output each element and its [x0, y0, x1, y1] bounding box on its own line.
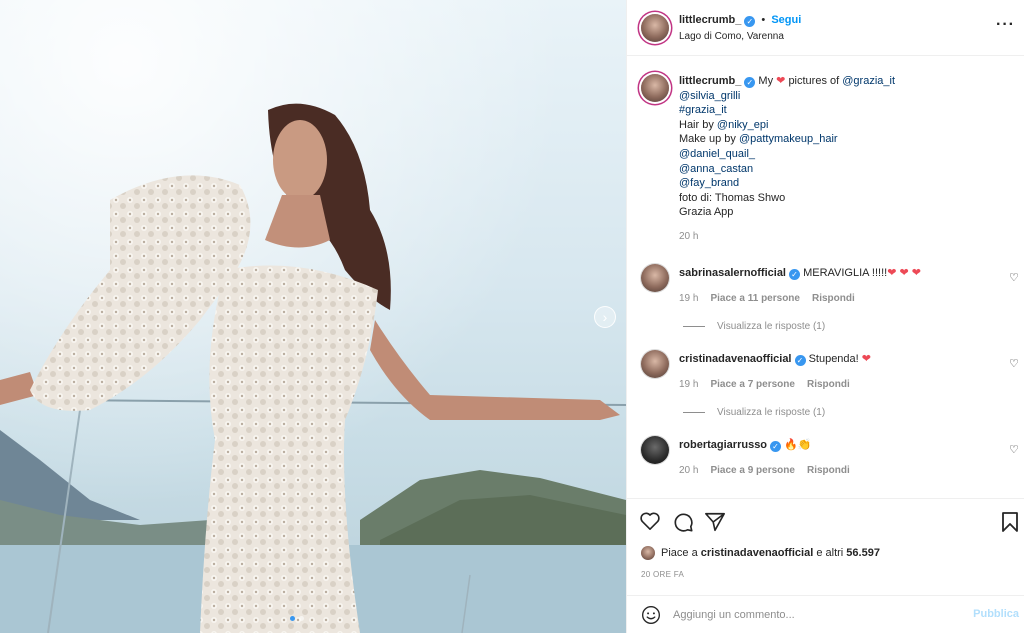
- comment-text: MERAVIGLIA !!!!!: [803, 267, 888, 279]
- comment-avatar[interactable]: [641, 350, 669, 378]
- view-replies-label: Visualizza le risposte (1): [717, 407, 826, 418]
- emoji-icon[interactable]: [641, 605, 661, 625]
- likes-prefix: Piace a: [661, 547, 698, 559]
- hashtag-link[interactable]: #grazia_it: [679, 103, 999, 118]
- author-avatar[interactable]: [641, 14, 669, 42]
- comment-item: robertagiarrusso ✓ 🔥👏: [679, 438, 999, 452]
- post-header: littlecrumb_ ✓ • Segui Lago di Como, Vare…: [627, 0, 1024, 56]
- liker-avatar: [641, 546, 655, 560]
- post-side-panel: littlecrumb_ ✓ • Segui Lago di Como, Vare…: [626, 0, 1024, 633]
- share-icon[interactable]: [704, 511, 726, 533]
- comment-likes[interactable]: Piace a 7 persone: [710, 379, 795, 390]
- carousel-dots: [290, 616, 304, 621]
- author-username[interactable]: littlecrumb_: [679, 14, 741, 26]
- like-heart-icon[interactable]: [639, 511, 661, 531]
- verified-icon: ✓: [770, 441, 782, 452]
- mention-link[interactable]: @anna_castan: [679, 162, 999, 177]
- mention-link[interactable]: @fay_brand: [679, 176, 999, 191]
- likes-count[interactable]: 56.597: [846, 547, 880, 559]
- likes-suffix: e altri: [816, 547, 844, 559]
- comment-avatar[interactable]: [641, 436, 669, 464]
- comment-likes[interactable]: Piace a 11 persone: [710, 293, 800, 304]
- post-location[interactable]: Lago di Como, Varenna: [679, 31, 784, 42]
- verified-icon: ✓: [744, 77, 756, 88]
- comment-username[interactable]: cristinadavenaofficial: [679, 353, 792, 365]
- add-comment-bar: Aggiungi un commento... Pubblica: [627, 595, 1024, 633]
- separator-dot: •: [761, 14, 766, 26]
- heart-emoji-icon: ❤: [776, 75, 786, 87]
- comment-meta: 19 h Piace a 7 persone Rispondi: [679, 379, 850, 390]
- heart-emoji-icon: ❤ ❤ ❤: [887, 267, 921, 279]
- comment-like-icon[interactable]: ♡: [1009, 357, 1019, 370]
- likes-user[interactable]: cristinadavenaofficial: [701, 547, 814, 559]
- carousel-dot-active: [290, 616, 295, 621]
- comment-text: Stupenda!: [808, 353, 859, 365]
- publish-button[interactable]: Pubblica: [973, 608, 1019, 620]
- verified-icon: ✓: [789, 269, 800, 280]
- comment-meta: 20 h Piace a 9 persone Rispondi: [679, 465, 850, 476]
- likes-summary[interactable]: Piace a cristinadavenaofficial e altri 5…: [641, 546, 880, 560]
- post-time-ago[interactable]: 20 ORE FA: [641, 570, 684, 579]
- mention-link[interactable]: @pattymakeup_hair: [739, 133, 838, 145]
- comment-username[interactable]: sabrinasalernofficial: [679, 267, 786, 279]
- caption-text: Hair by: [679, 118, 714, 131]
- comment-text: 🔥👏: [784, 439, 812, 451]
- caption-text: My: [758, 75, 774, 87]
- comment-meta: 19 h Piace a 11 persone Rispondi: [679, 293, 855, 304]
- caption-text: pictures of: [788, 75, 840, 87]
- comment-time[interactable]: 19 h: [679, 379, 698, 390]
- verified-icon: ✓: [744, 16, 756, 27]
- comment-time[interactable]: 19 h: [679, 293, 698, 304]
- save-bookmark-icon[interactable]: [1001, 511, 1019, 533]
- reply-button[interactable]: Rispondi: [807, 465, 850, 476]
- mention-link[interactable]: @niky_epi: [717, 119, 769, 131]
- comment-icon[interactable]: [672, 511, 694, 533]
- photo-illustration: [0, 0, 626, 633]
- comment-input[interactable]: Aggiungi un commento...: [673, 609, 795, 621]
- mention-link[interactable]: @daniel_quail_: [679, 147, 999, 162]
- caption-text: foto di: Thomas Shwo: [679, 191, 786, 204]
- mention-link[interactable]: @silvia_grilli: [679, 89, 999, 104]
- caption-avatar[interactable]: [641, 74, 669, 102]
- mention-link[interactable]: @grazia_it: [842, 75, 895, 87]
- view-replies-button[interactable]: Visualizza le risposte (1): [683, 321, 825, 332]
- heart-emoji-icon: ❤: [861, 353, 871, 365]
- replies-divider: [683, 412, 705, 413]
- reply-button[interactable]: Rispondi: [807, 379, 850, 390]
- carousel-dot: [299, 616, 304, 621]
- follow-button[interactable]: Segui: [771, 14, 801, 26]
- post-photo[interactable]: ›: [0, 0, 626, 633]
- comment-avatar[interactable]: [641, 264, 669, 292]
- verified-icon: ✓: [794, 355, 806, 366]
- view-replies-button[interactable]: Visualizza le risposte (1): [683, 407, 825, 418]
- view-replies-label: Visualizza le risposte (1): [717, 321, 826, 332]
- comment-item: cristinadavenaofficial ✓ Stupenda! ❤: [679, 352, 999, 366]
- comment-like-icon[interactable]: ♡: [1009, 271, 1019, 284]
- replies-divider: [683, 326, 705, 327]
- reply-button[interactable]: Rispondi: [812, 293, 855, 304]
- next-photo-button[interactable]: ›: [594, 306, 616, 328]
- caption-text: Grazia App: [679, 206, 734, 219]
- post-caption: littlecrumb_ ✓ My ❤ pictures of @grazia_i…: [679, 74, 999, 245]
- comment-likes[interactable]: Piace a 9 persone: [710, 465, 795, 476]
- caption-text: Make up by: [679, 133, 736, 146]
- comment-like-icon[interactable]: ♡: [1009, 443, 1019, 456]
- caption-time[interactable]: 20 h: [679, 230, 999, 245]
- comment-time[interactable]: 20 h: [679, 465, 698, 476]
- comment-username[interactable]: robertagiarrusso: [679, 439, 767, 451]
- more-options-icon[interactable]: ···: [996, 16, 1015, 34]
- caption-username[interactable]: littlecrumb_: [679, 75, 741, 87]
- comment-item: sabrinasalernofficial ✓ MERAVIGLIA !!!!!❤…: [679, 266, 999, 280]
